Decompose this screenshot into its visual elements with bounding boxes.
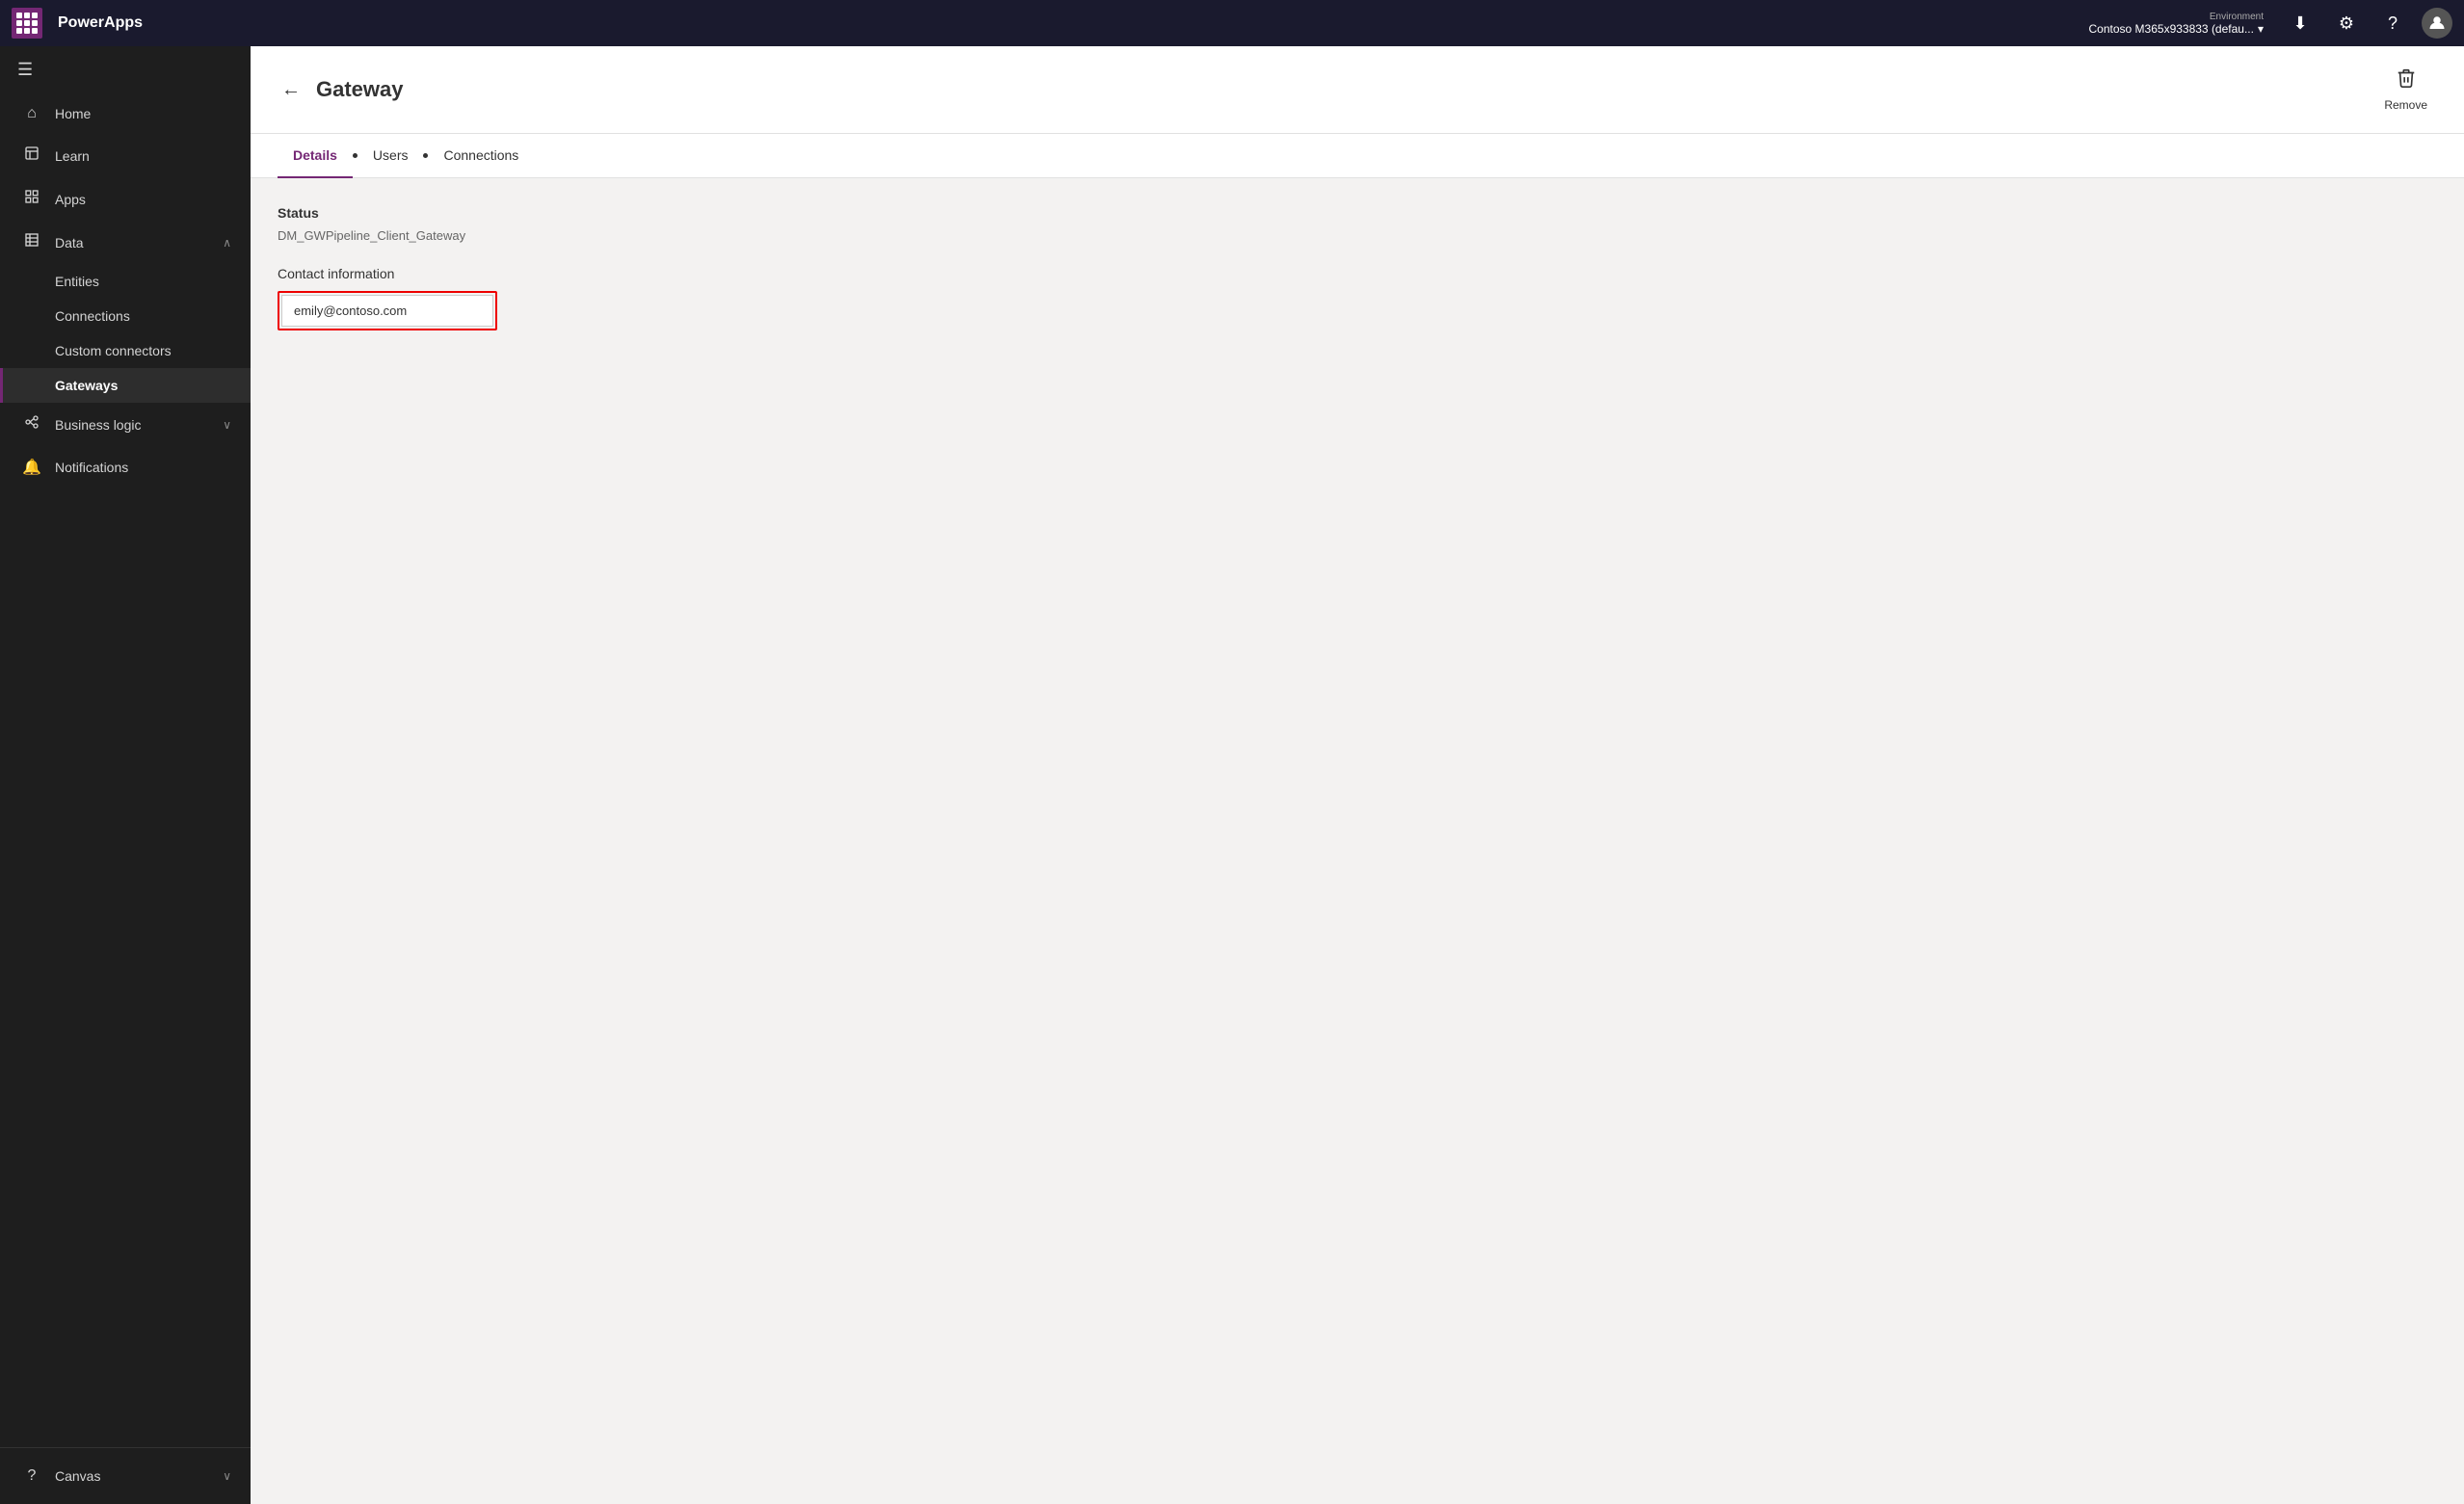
- tab-connections-label: Connections: [443, 147, 518, 163]
- waffle-button[interactable]: [12, 8, 42, 39]
- status-label: Status: [278, 205, 2437, 221]
- canvas-help-icon: ?: [22, 1467, 41, 1485]
- tab-details-label: Details: [293, 147, 337, 163]
- sidebar-label-custom-connectors: Custom connectors: [55, 343, 231, 358]
- sidebar-item-notifications[interactable]: 🔔 Notifications: [0, 446, 251, 488]
- contact-email-input[interactable]: [281, 295, 493, 327]
- sidebar-label-entities: Entities: [55, 274, 231, 289]
- content-area: Status DM_GWPipeline_Client_Gateway Cont…: [251, 178, 2464, 1504]
- business-logic-chevron-icon: ∨: [223, 418, 231, 432]
- data-icon: [22, 232, 41, 252]
- sidebar-item-custom-connectors[interactable]: Custom connectors: [0, 333, 251, 368]
- back-button[interactable]: ←: [278, 75, 305, 105]
- settings-button[interactable]: ⚙: [2329, 6, 2364, 40]
- env-label: Environment: [2210, 12, 2264, 22]
- tab-bar: Details Users Connections: [251, 134, 2464, 178]
- sidebar-item-business-logic[interactable]: Business logic ∨: [0, 403, 251, 446]
- sidebar-label-gateways: Gateways: [55, 378, 231, 393]
- page-header: ← Gateway Remove: [251, 46, 2464, 134]
- tab-users[interactable]: Users: [358, 134, 424, 178]
- sidebar-label-canvas: Canvas: [55, 1468, 209, 1484]
- trash-icon: [2396, 67, 2417, 94]
- tab-connections[interactable]: Connections: [428, 134, 534, 178]
- status-value: DM_GWPipeline_Client_Gateway: [278, 228, 2437, 243]
- home-icon: ⌂: [22, 105, 41, 122]
- waffle-icon: [16, 13, 38, 34]
- help-button[interactable]: ?: [2375, 6, 2410, 40]
- sidebar-label-notifications: Notifications: [55, 460, 231, 475]
- sidebar-label-connections: Connections: [55, 308, 231, 324]
- environment-selector[interactable]: Environment Contoso M365x933833 (defau..…: [2081, 10, 2271, 38]
- sidebar-item-learn[interactable]: Learn: [0, 134, 251, 177]
- user-avatar[interactable]: [2422, 8, 2452, 39]
- sidebar-item-canvas[interactable]: ? Canvas ∨: [0, 1456, 251, 1496]
- tab-details[interactable]: Details: [278, 134, 353, 178]
- sidebar-label-business-logic: Business logic: [55, 417, 209, 433]
- business-logic-icon: [22, 414, 41, 435]
- sidebar-item-gateways[interactable]: Gateways: [0, 368, 251, 403]
- sidebar-label-learn: Learn: [55, 148, 231, 164]
- learn-icon: [22, 145, 41, 166]
- main-area: ← Gateway Remove Details: [251, 46, 2464, 1504]
- chevron-down-icon: ▾: [2258, 22, 2264, 36]
- hamburger-button[interactable]: ☰: [0, 46, 251, 93]
- notifications-icon: 🔔: [22, 458, 41, 477]
- remove-label: Remove: [2384, 98, 2427, 112]
- sidebar: ☰ ⌂ Home Learn Apps Data ∧: [0, 46, 251, 1504]
- contact-label: Contact information: [278, 266, 2437, 281]
- page-header-left: ← Gateway: [278, 75, 404, 105]
- sidebar-label-home: Home: [55, 106, 231, 121]
- env-value: Contoso M365x933833 (defau... ▾: [2089, 22, 2264, 36]
- brand-title: PowerApps: [58, 14, 143, 32]
- contact-input-wrapper: [278, 291, 497, 330]
- sidebar-item-data[interactable]: Data ∧: [0, 221, 251, 264]
- sidebar-item-connections[interactable]: Connections: [0, 299, 251, 333]
- topbar: PowerApps Environment Contoso M365x93383…: [0, 0, 2464, 46]
- sidebar-label-data: Data: [55, 235, 209, 251]
- page-title: Gateway: [316, 77, 404, 102]
- download-button[interactable]: ⬇: [2283, 6, 2318, 40]
- sidebar-item-entities[interactable]: Entities: [0, 264, 251, 299]
- sidebar-item-home[interactable]: ⌂ Home: [0, 93, 251, 134]
- sidebar-bottom: ? Canvas ∨: [0, 1447, 251, 1504]
- sidebar-item-apps[interactable]: Apps: [0, 177, 251, 221]
- tab-users-label: Users: [373, 147, 409, 163]
- remove-button[interactable]: Remove: [2374, 62, 2437, 118]
- apps-icon: [22, 189, 41, 209]
- canvas-chevron-icon: ∨: [223, 1469, 231, 1483]
- data-chevron-icon: ∧: [223, 236, 231, 250]
- sidebar-label-apps: Apps: [55, 192, 231, 207]
